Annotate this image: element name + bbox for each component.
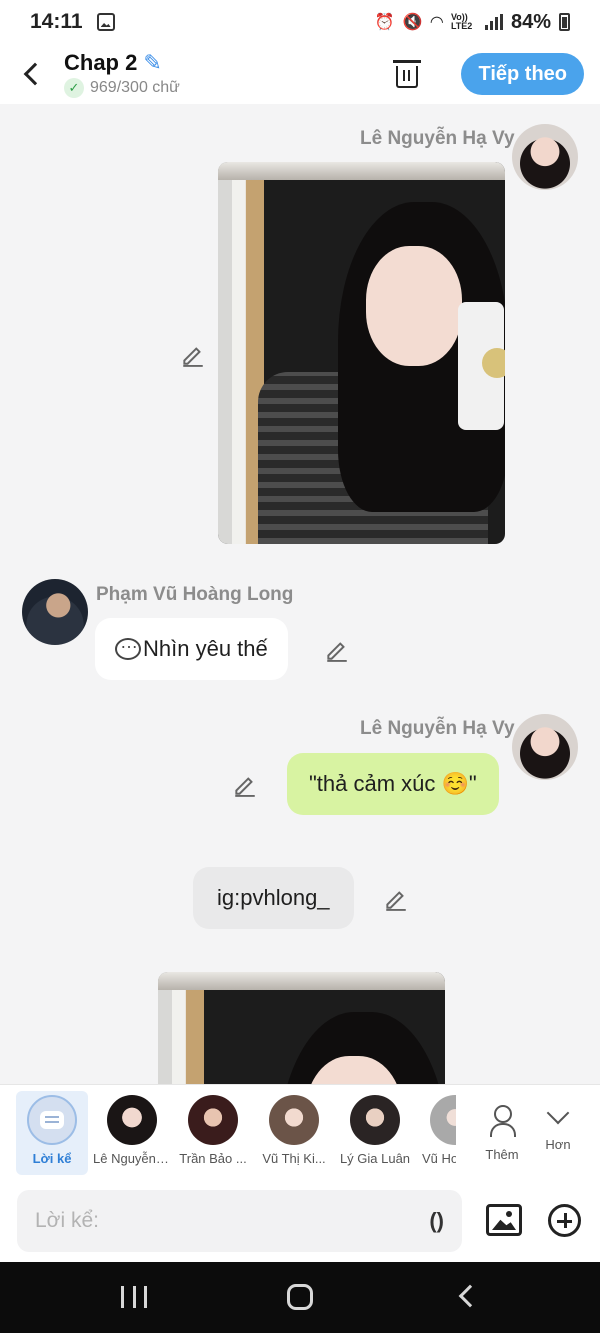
avatar[interactable] — [512, 124, 578, 190]
chapter-title: Chap 2 — [64, 50, 138, 75]
character-le-nguyen-ha-vy[interactable]: Lê Nguyễn Hạ Vy — [93, 1091, 171, 1175]
check-icon: ✓ — [64, 78, 84, 98]
sender-name: Lê Nguyễn Hạ Vy — [360, 128, 515, 149]
character-label: Thêm — [485, 1147, 519, 1162]
system-nav-bar — [0, 1262, 600, 1333]
alarm-icon: ⏰ — [374, 14, 395, 31]
character-label: Lời kể — [32, 1151, 72, 1166]
chevron-down-icon — [546, 1101, 570, 1125]
image-message[interactable] — [158, 972, 445, 1084]
character-selector: Lời kể Lê Nguyễn Hạ Vy Trần Bảo ... Vũ T… — [0, 1084, 600, 1180]
character-narrator[interactable]: Lời kể — [16, 1091, 88, 1175]
sender-name: Lê Nguyễn Hạ Vy — [360, 718, 515, 739]
recents-icon[interactable] — [121, 1286, 147, 1308]
message-bubble[interactable]: Nhìn yêu thế — [95, 618, 288, 680]
edit-pencil-icon[interactable] — [383, 885, 409, 911]
back-icon[interactable] — [458, 1284, 482, 1308]
chat-area[interactable]: Lê Nguyễn Hạ Vy Phạm Vũ Hoàng Long Nhìn … — [0, 104, 600, 1084]
mute-icon: 🔇 — [402, 14, 423, 31]
sender-name: Phạm Vũ Hoàng Long — [96, 584, 294, 605]
avatar — [188, 1095, 238, 1145]
character-tran-bao[interactable]: Trần Bảo ... — [177, 1091, 249, 1175]
message-bubble[interactable]: "thả cảm xúc ☺️" — [287, 753, 499, 815]
lte-label: Vo)) LTE2 — [450, 12, 473, 31]
battery-percent: 84% — [510, 10, 551, 33]
edit-pencil-icon[interactable] — [324, 636, 350, 662]
character-label: Vũ Ho — [422, 1151, 456, 1166]
next-button[interactable]: Tiếp theo — [461, 53, 584, 95]
gallery-notification-icon — [96, 13, 115, 31]
character-label: Lý Gia Luân — [339, 1151, 411, 1166]
add-circle-icon[interactable] — [548, 1204, 581, 1237]
edit-title-icon[interactable]: ✎ — [143, 52, 161, 74]
message-input-box[interactable]: () — [17, 1190, 462, 1252]
image-message[interactable] — [218, 162, 505, 544]
status-bar: 14:11 ⏰ 🔇 ◠ Vo)) LTE2 84% — [0, 0, 600, 44]
image-icon[interactable] — [486, 1204, 522, 1236]
character-vu-ho[interactable]: Vũ Ho — [418, 1091, 456, 1175]
delete-button[interactable] — [383, 50, 431, 98]
back-button[interactable] — [0, 44, 64, 104]
trash-icon — [393, 60, 422, 88]
character-label: Lê Nguyễn Hạ Vy — [93, 1151, 171, 1166]
edit-pencil-icon[interactable] — [180, 341, 206, 367]
action-button[interactable]: () — [429, 1208, 444, 1234]
avatar — [430, 1095, 456, 1145]
avatar — [269, 1095, 319, 1145]
thought-icon — [115, 632, 141, 660]
avatar[interactable] — [22, 579, 88, 645]
home-icon[interactable] — [287, 1284, 313, 1310]
more-button[interactable]: Hơn — [522, 1091, 594, 1175]
edit-pencil-icon[interactable] — [232, 771, 258, 797]
character-label: Hơn — [545, 1137, 571, 1152]
narration-bubble[interactable]: ig:pvhlong_ — [193, 867, 354, 929]
avatar[interactable] — [512, 714, 578, 780]
composer: () — [0, 1180, 600, 1262]
character-vu-thi-ki[interactable]: Vũ Thị Ki... — [258, 1091, 330, 1175]
message-text: "thả cảm xúc ☺️" — [309, 771, 477, 796]
message-input[interactable] — [35, 1209, 422, 1233]
character-label: Vũ Thị Ki... — [262, 1151, 326, 1166]
back-arrow-icon — [23, 62, 47, 86]
narrator-icon — [27, 1095, 77, 1145]
character-ly-gia-luan[interactable]: Lý Gia Luân — [339, 1091, 411, 1175]
word-count: 969/300 chữ — [90, 79, 180, 96]
character-label: Trần Bảo ... — [179, 1151, 247, 1166]
narration-text: ig:pvhlong_ — [217, 885, 330, 910]
message-text: Nhìn yêu thế — [143, 636, 268, 661]
avatar — [107, 1095, 157, 1145]
battery-icon — [559, 13, 570, 31]
status-time: 14:11 — [30, 10, 83, 33]
chapter-header: Chap 2 ✎ ✓ 969/300 chữ Tiếp theo — [0, 44, 600, 104]
signal-icon — [484, 14, 503, 30]
wifi-icon: ◠ — [430, 14, 443, 31]
avatar — [350, 1095, 400, 1145]
add-person-icon — [484, 1103, 520, 1139]
